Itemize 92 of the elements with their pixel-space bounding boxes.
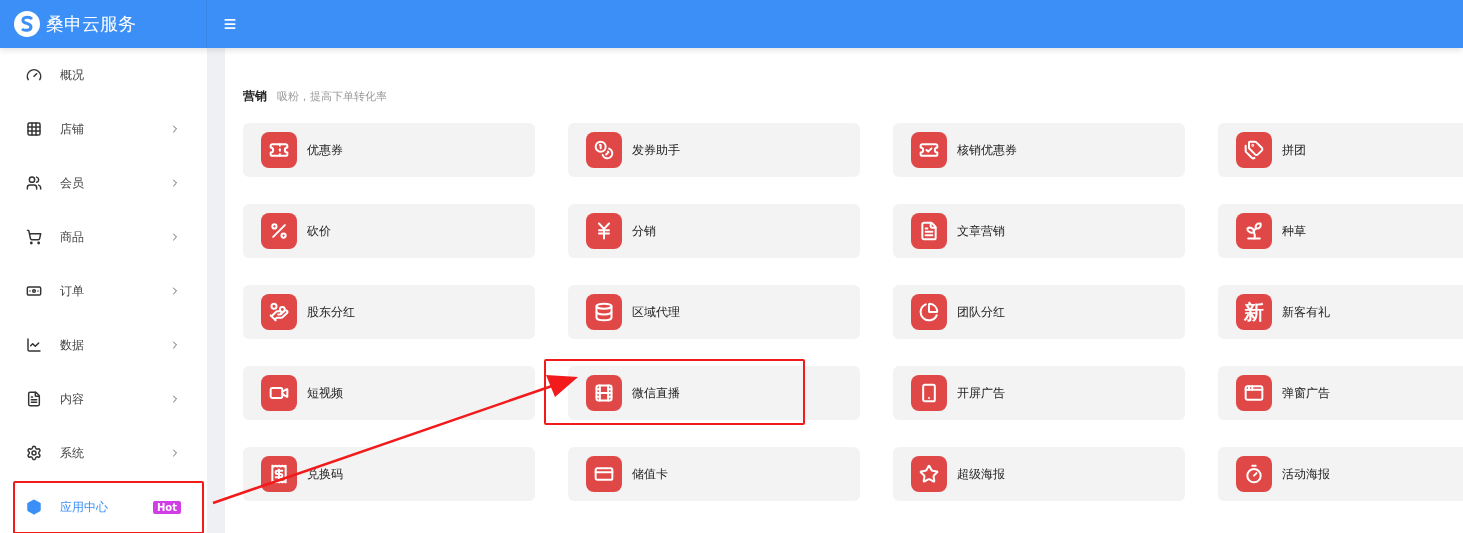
app-label: 兑换码 (307, 465, 343, 483)
app-card[interactable]: 拼团 (1218, 123, 1463, 177)
ticket-icon (261, 132, 297, 168)
ticket-check-icon (911, 132, 947, 168)
timer-icon (1236, 456, 1272, 492)
section-subtitle: 吸粉，提高下单转化率 (277, 89, 387, 104)
app-card[interactable]: 新 新客有礼 (1218, 285, 1463, 339)
nav-item[interactable]: 商品 (0, 210, 207, 264)
app-label: 优惠券 (307, 141, 343, 159)
logo-icon (14, 11, 40, 37)
app-card[interactable]: 短视频 (243, 366, 535, 420)
film-icon (586, 375, 622, 411)
video-camera-icon (261, 375, 297, 411)
yen-icon (586, 213, 622, 249)
grid-icon (26, 121, 42, 137)
nav-label: 系统 (60, 444, 85, 462)
nav-item[interactable]: 数据 (0, 318, 207, 372)
gauge-icon (26, 67, 42, 83)
app-card[interactable]: 种草 (1218, 204, 1463, 258)
app-label: 新客有礼 (1282, 303, 1330, 321)
section-title: 营销 (243, 88, 267, 105)
document-icon (911, 213, 947, 249)
app-card[interactable]: 核销优惠券 (893, 123, 1185, 177)
document-icon (26, 391, 42, 407)
window-icon (1236, 375, 1272, 411)
app-label: 种草 (1282, 222, 1306, 240)
nav-label: 应用中心 (60, 498, 109, 516)
app-label: 短视频 (307, 384, 343, 402)
tags-icon (1236, 132, 1272, 168)
app-card[interactable]: 弹窗广告 (1218, 366, 1463, 420)
app-label: 分销 (632, 222, 656, 240)
coins-icon (586, 132, 622, 168)
nav-item[interactable]: 订单 (0, 264, 207, 318)
database-icon (586, 294, 622, 330)
app-label: 发券助手 (632, 141, 680, 159)
nav-label: 概况 (60, 66, 85, 84)
nav-label: 数据 (60, 336, 85, 354)
new-icon: 新 (1236, 294, 1272, 330)
app-card[interactable]: 砍价 (243, 204, 535, 258)
nav-item[interactable]: 店铺 (0, 102, 207, 156)
app-label: 拼团 (1282, 141, 1306, 159)
app-label: 弹窗广告 (1282, 384, 1330, 402)
nav-label: 订单 (60, 282, 85, 300)
app-card[interactable]: 储值卡 (568, 447, 860, 501)
nav-label: 商品 (60, 228, 85, 246)
app-card[interactable]: 文章营销 (893, 204, 1185, 258)
percent-icon (261, 213, 297, 249)
app-label: 储值卡 (632, 465, 668, 483)
app-card[interactable]: 区域代理 (568, 285, 860, 339)
app-card[interactable]: 超级海报 (893, 447, 1185, 501)
app-card[interactable]: 微信直播 (568, 366, 860, 420)
app-card[interactable]: 开屏广告 (893, 366, 1185, 420)
app-card[interactable]: 分销 (568, 204, 860, 258)
app-label: 超级海报 (957, 465, 1005, 483)
nav-item[interactable]: 会员 (0, 156, 207, 210)
app-card[interactable]: 团队分红 (893, 285, 1185, 339)
settings-icon (26, 445, 42, 461)
nav-item[interactable]: 内容 (0, 372, 207, 426)
nav-label: 内容 (60, 390, 85, 408)
hand-coins-icon (261, 294, 297, 330)
card-icon (586, 456, 622, 492)
app-label: 团队分红 (957, 303, 1005, 321)
receipt-icon (261, 456, 297, 492)
pie-chart-icon (911, 294, 947, 330)
app-label: 砍价 (307, 222, 331, 240)
nav-item[interactable]: 概况 (0, 48, 207, 102)
sprout-icon (1236, 213, 1272, 249)
nav-item[interactable]: 系统 (0, 426, 207, 480)
nav-label: 店铺 (60, 120, 85, 138)
app-card[interactable]: 优惠券 (243, 123, 535, 177)
app-label: 活动海报 (1282, 465, 1330, 483)
brand-title: 桑申云服务 (46, 12, 136, 36)
app-label: 核销优惠券 (957, 141, 1017, 159)
cart-icon (26, 229, 42, 245)
app-card[interactable]: 活动海报 (1218, 447, 1463, 501)
hot-badge: Hot (152, 500, 181, 514)
users-icon (26, 175, 42, 191)
app-label: 微信直播 (632, 384, 680, 402)
app-card[interactable]: 发券助手 (568, 123, 860, 177)
app-label: 文章营销 (957, 222, 1005, 240)
menu-button[interactable] (223, 17, 237, 31)
nav-item[interactable]: 应用中心 Hot (0, 480, 207, 533)
banknote-icon (26, 283, 42, 299)
nav-label: 会员 (60, 174, 85, 192)
cube-icon (26, 499, 42, 515)
app-card[interactable]: 兑换码 (243, 447, 535, 501)
phone-icon (911, 375, 947, 411)
app-card[interactable]: 股东分红 (243, 285, 535, 339)
app-label: 股东分红 (307, 303, 355, 321)
app-label: 开屏广告 (957, 384, 1005, 402)
line-chart-icon (26, 337, 42, 353)
app-label: 区域代理 (632, 303, 680, 321)
